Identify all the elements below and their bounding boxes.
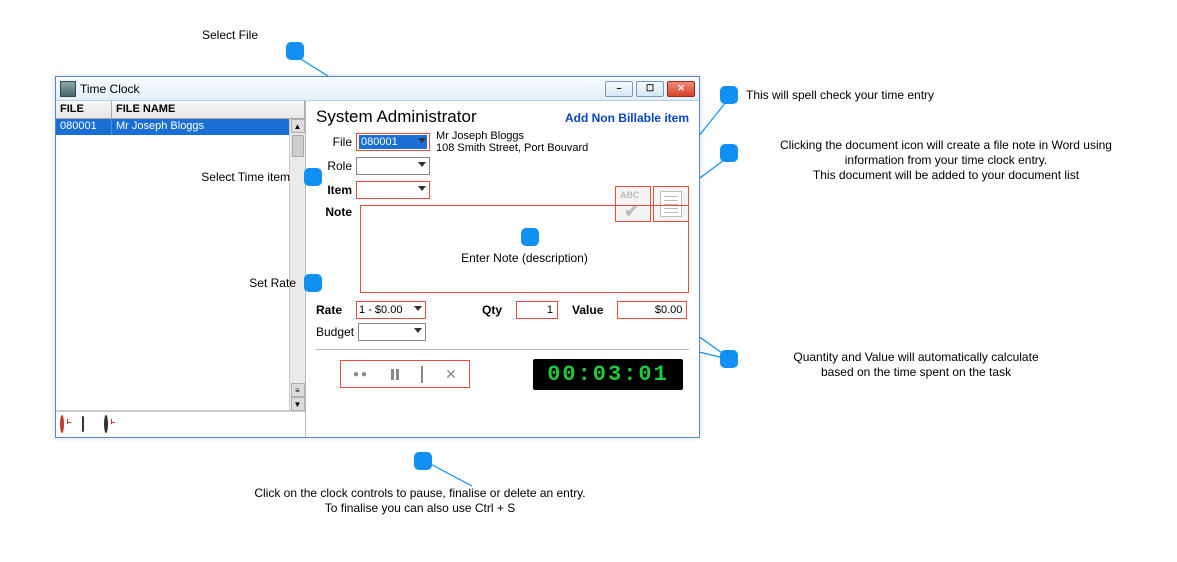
grid-header: FILE FILE NAME [56,101,305,119]
callout-marker [304,168,322,186]
timer-display: 00:03:01 [533,359,683,390]
col-file-name[interactable]: FILE NAME [112,101,305,118]
callout-qtyval: Quantity and Value will automatically ca… [746,350,1086,380]
callout-marker [720,144,738,162]
scrollbar[interactable]: ▲ ≡ ▼ [289,119,305,411]
client-address: 108 Smith Street, Port Bouvard [436,142,588,154]
client-name: Mr Joseph Bloggs [436,130,588,142]
grid-body[interactable]: 080001 Mr Joseph Bloggs [56,119,305,411]
record-button[interactable]: ●● [353,369,369,380]
cell-name: Mr Joseph Bloggs [112,119,305,135]
divider [316,349,689,350]
file-value: 080001 [359,135,427,149]
item-combo[interactable] [356,181,430,199]
chevron-down-icon [414,328,422,333]
callout-marker [304,274,322,292]
time-clock-window: Time Clock – ☐ ✕ FILE FILE NAME 080001 M… [55,76,700,438]
note-placeholder: Enter Note (description) [459,251,590,265]
note-input[interactable]: Enter Note (description) [360,205,689,293]
settings-icon[interactable] [82,417,98,433]
role-combo[interactable] [356,157,430,175]
callout-set-rate: Set Rate [226,276,296,291]
maximize-button[interactable]: ☐ [636,81,664,97]
cell-file: 080001 [56,119,112,135]
callout-marker [720,86,738,104]
add-non-billable-link[interactable]: Add Non Billable item [565,111,689,125]
clock-player: ●● ✕ 00:03:01 [316,356,689,392]
stop-button[interactable] [421,367,423,382]
chevron-down-icon [418,186,426,191]
callout-marker [286,42,304,60]
window-title: Time Clock [80,82,605,96]
file-label: File [316,135,356,149]
file-list-pane: FILE FILE NAME 080001 Mr Joseph Bloggs ▲… [56,101,306,437]
page-title: System Administrator [316,107,477,127]
budget-combo[interactable] [358,323,426,341]
callout-select-file: Select File [180,28,280,43]
pause-button[interactable] [391,369,399,380]
table-row[interactable]: 080001 Mr Joseph Bloggs [56,119,305,135]
rate-combo[interactable]: 1 - $0.00 [356,301,426,319]
callout-spell: This will spell check your time entry [746,88,1046,103]
role-label: Role [316,159,356,173]
window-controls: – ☐ ✕ [605,81,695,97]
budget-label: Budget [316,325,354,339]
close-button[interactable]: ✕ [667,81,695,97]
file-combo[interactable]: 080001 [356,133,430,151]
callout-marker [720,350,738,368]
callout-marker [414,452,432,470]
col-file[interactable]: FILE [56,101,112,118]
chevron-down-icon [418,162,426,167]
client-info: Mr Joseph Bloggs 108 Smith Street, Port … [436,130,588,154]
clock-controls: ●● ✕ [340,360,470,388]
scroll-thumb[interactable] [292,135,304,157]
app-icon [60,81,76,97]
callout-marker [521,228,539,246]
delete-button[interactable]: ✕ [445,366,457,383]
alarm-clock-icon[interactable] [60,417,76,433]
chevron-down-icon [418,138,426,143]
rate-label: Rate [316,303,342,317]
titlebar: Time Clock – ☐ ✕ [56,77,699,101]
left-toolbar [56,411,305,437]
callout-doc: Clicking the document icon will create a… [746,138,1146,183]
scroll-down-icon[interactable]: ▼ [291,397,305,411]
value-label: Value [572,303,603,317]
qty-label: Qty [482,303,502,317]
note-label: Note [316,203,356,219]
callout-select-item: Select Time item [180,170,290,185]
scroll-up-icon[interactable]: ▲ [291,119,305,133]
scroll-handle-icon[interactable]: ≡ [291,383,305,397]
callout-controls: Click on the clock controls to pause, fi… [210,486,630,516]
value-display: $0.00 [617,301,687,319]
item-label: Item [316,183,356,197]
chevron-down-icon [414,306,422,311]
save-clock-icon[interactable] [104,417,120,433]
qty-input[interactable]: 1 [516,301,558,319]
minimize-button[interactable]: – [605,81,633,97]
entry-pane: System Administrator Add Non Billable it… [306,101,699,437]
